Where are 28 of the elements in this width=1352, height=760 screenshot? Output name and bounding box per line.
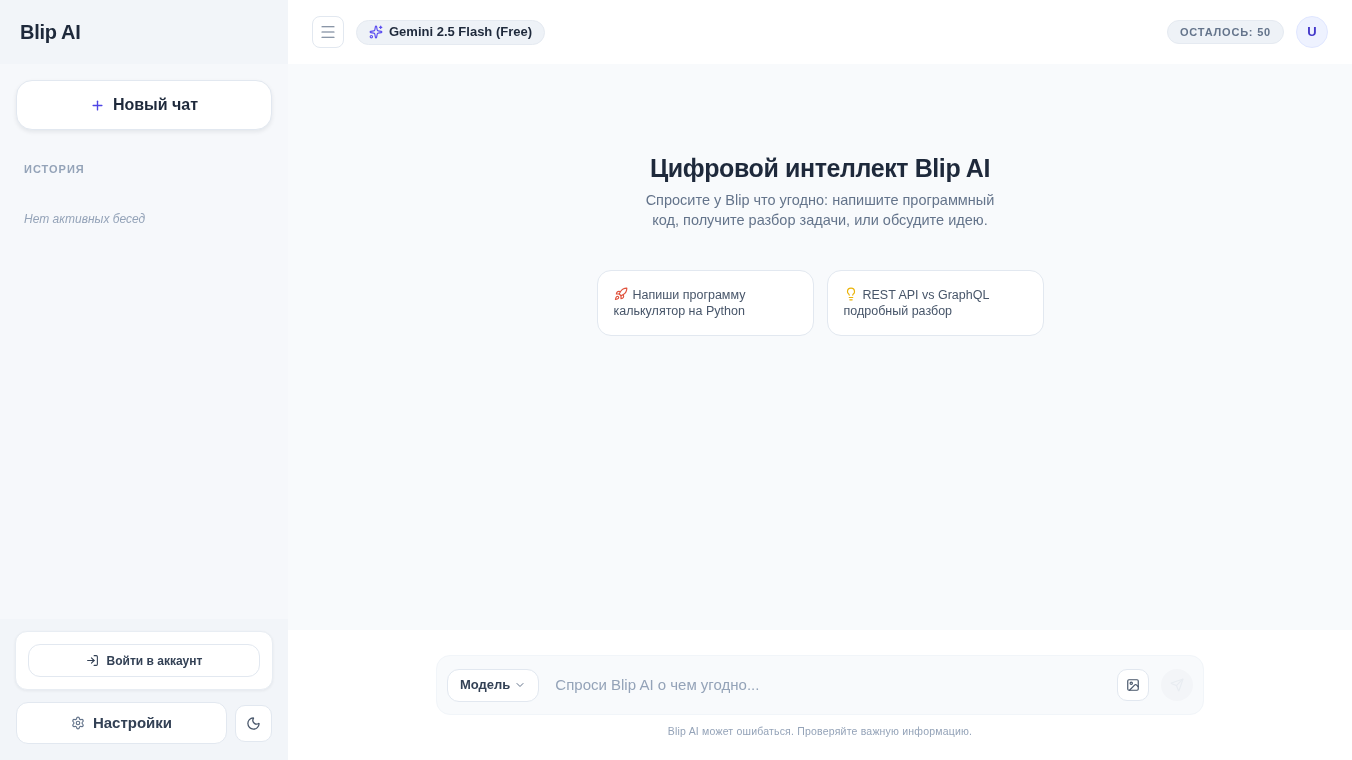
plus-icon <box>89 97 105 113</box>
suggestion-card[interactable]: Напиши программу калькулятор на Python <box>596 270 814 336</box>
image-icon <box>1126 678 1140 692</box>
message-input[interactable]: Спроси Blip AI о чем угодно... <box>555 674 1109 697</box>
welcome-subtitle: Спросите у Blip что угодно: напишите программный код, получите разбор задачи, или обсудите идею. <box>644 191 996 230</box>
moon-icon <box>246 715 261 731</box>
login-button[interactable]: Войти в аккаунт <box>28 644 260 677</box>
login-icon <box>85 654 99 667</box>
brand-title: Blip AI <box>20 20 81 45</box>
menu-icon <box>319 23 337 41</box>
settings-icon <box>70 716 85 730</box>
settings-button[interactable]: Настройки <box>16 702 227 744</box>
welcome-title: Цифровой интеллект Blip AI <box>649 153 991 184</box>
new-chat-button[interactable]: Новый чат <box>16 80 272 130</box>
model-badge[interactable]: Gemini 2.5 Flash (Free) <box>356 19 546 45</box>
image-upload-button[interactable] <box>1117 669 1149 701</box>
message-composer[interactable]: Модель Спроси Blip AI о чем угодно... <box>436 655 1204 715</box>
remaining-count-badge: ОСТАЛОСЬ: 50 <box>1167 20 1284 44</box>
disclaimer-text: Blip AI может ошибаться. Проверяйте важную информацию. <box>667 724 973 739</box>
rocket-icon <box>613 287 628 301</box>
empty-history-text: Нет активных бесед <box>24 211 146 228</box>
suggestion-card[interactable]: REST API vs GraphQL подробный разбор <box>826 270 1044 336</box>
menu-button[interactable] <box>312 16 344 48</box>
sparkles-icon <box>369 25 383 39</box>
user-avatar[interactable]: U <box>1296 16 1328 48</box>
model-select[interactable]: Модель <box>447 668 540 702</box>
history-heading: ИСТОРИЯ <box>24 162 85 177</box>
theme-toggle-button[interactable] <box>235 704 272 742</box>
